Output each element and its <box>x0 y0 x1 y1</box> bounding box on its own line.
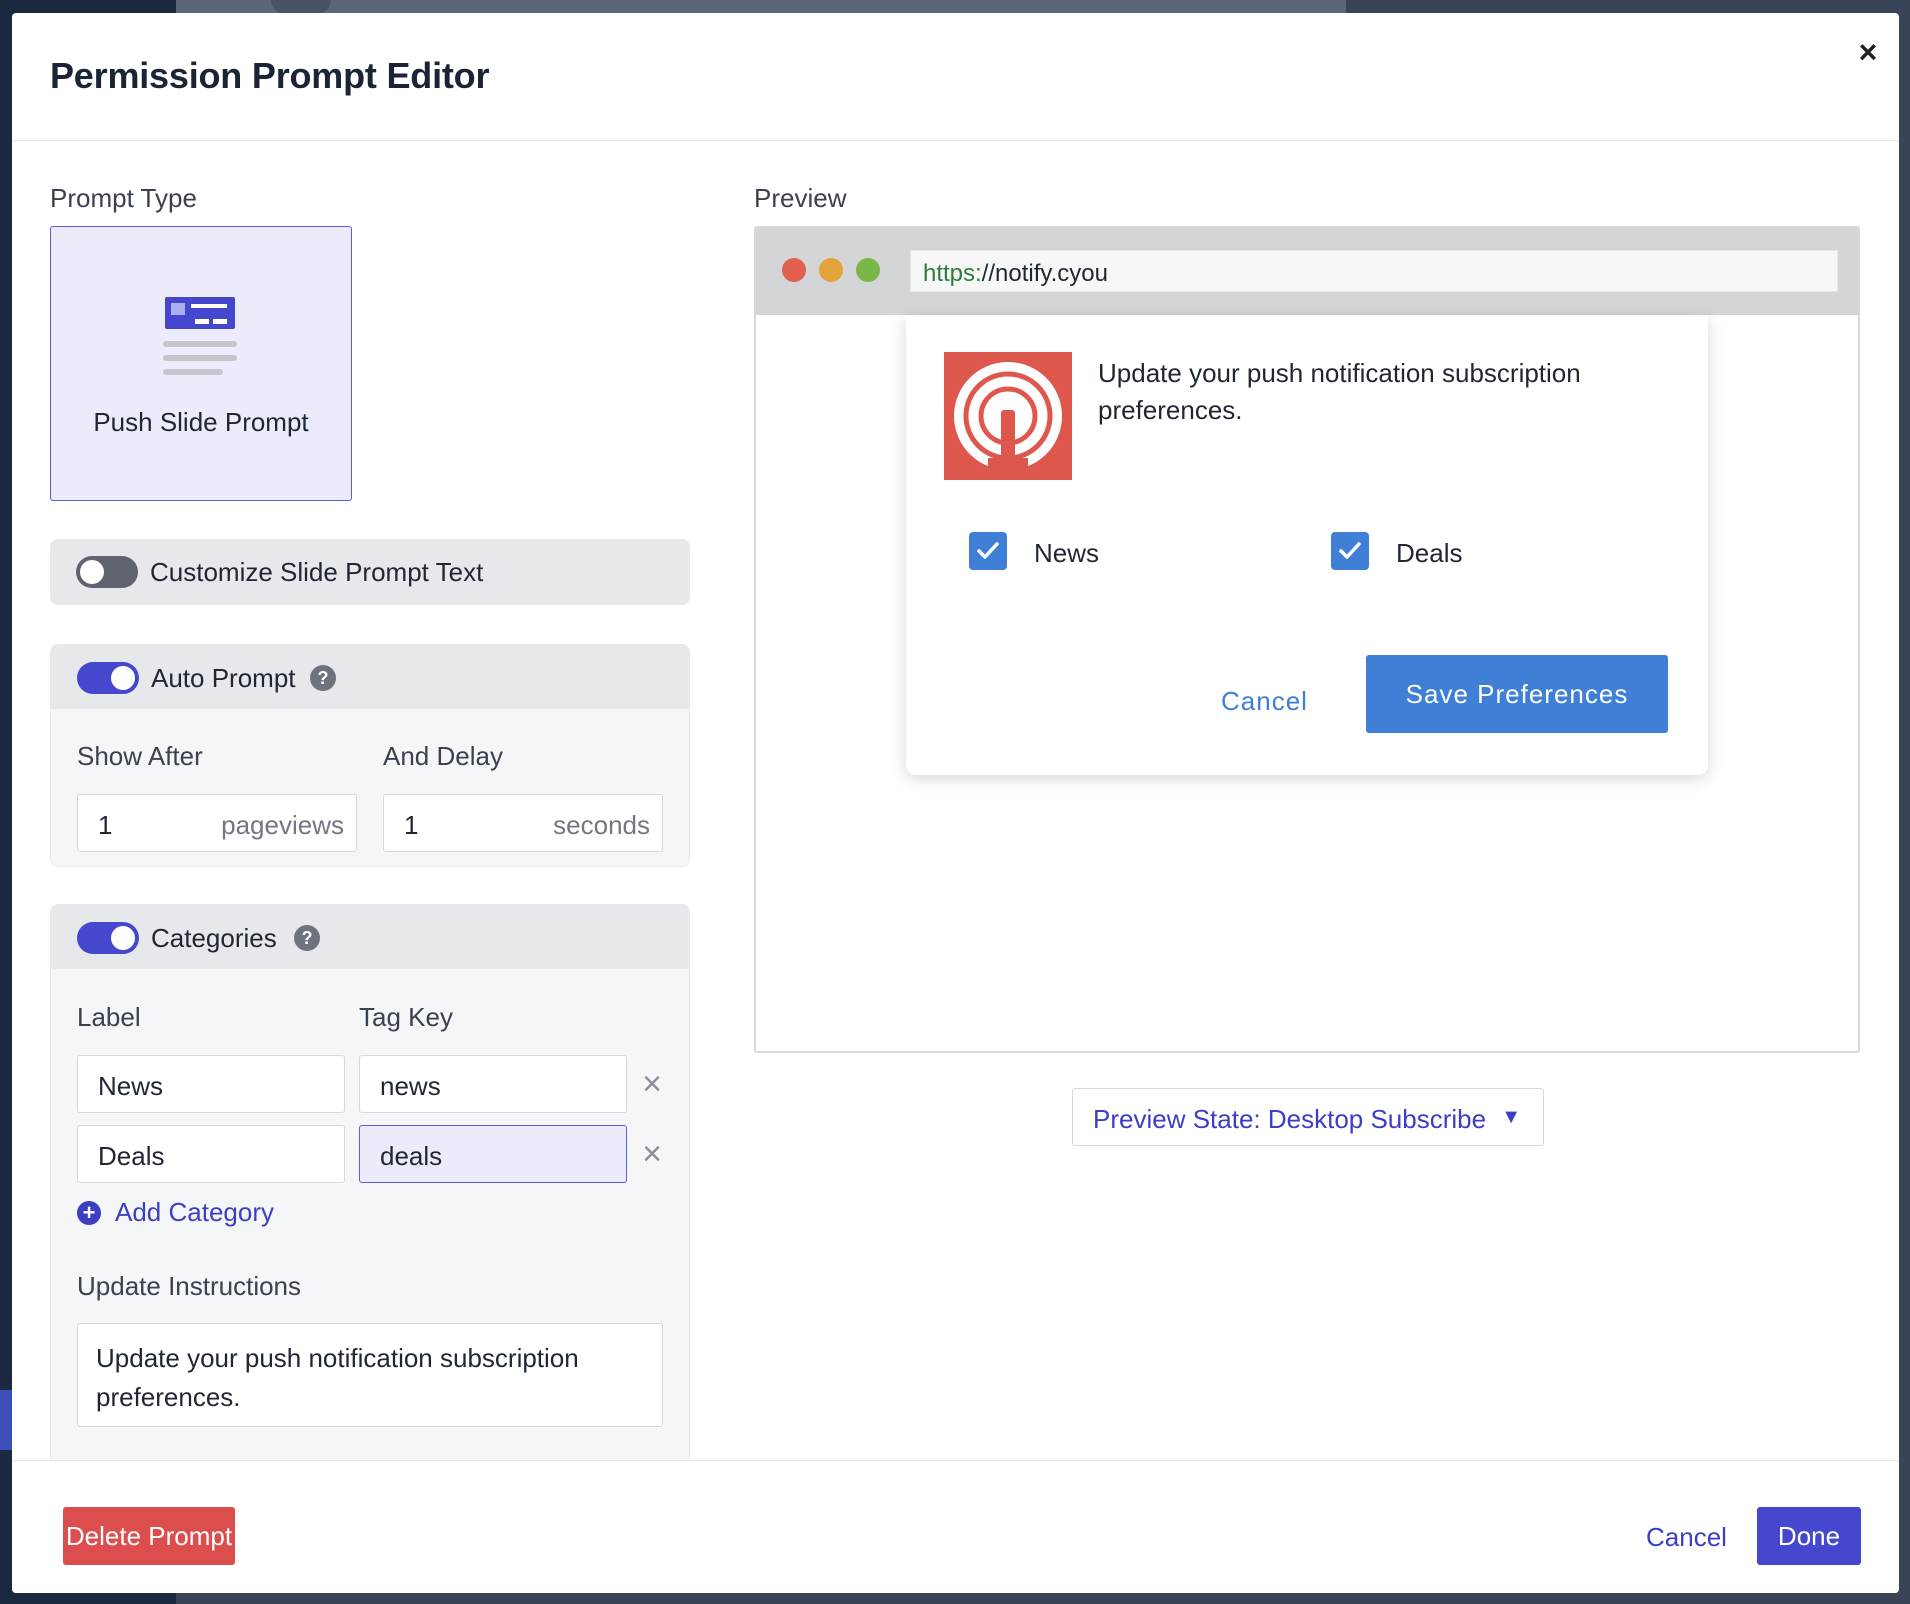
label-column-header: Label <box>77 1002 141 1032</box>
show-after-input[interactable]: 1 pageviews <box>77 794 357 852</box>
categories-header: Categories ? <box>51 905 689 969</box>
customize-text-toggle[interactable] <box>76 556 138 588</box>
remove-category-icon[interactable]: × <box>637 1067 667 1101</box>
category-tag-value: deals <box>380 1141 443 1171</box>
pageviews-unit: pageviews <box>221 810 344 840</box>
auto-prompt-header: Auto Prompt ? <box>51 645 689 709</box>
url-host: //notify.cyou <box>981 260 1108 287</box>
browser-url-bar: https://notify.cyou <box>910 250 1838 292</box>
add-category-button[interactable]: + Add Category <box>77 1197 274 1228</box>
show-after-value: 1 <box>98 810 113 840</box>
delete-prompt-button[interactable]: Delete Prompt <box>63 1507 235 1565</box>
background-header <box>176 0 1346 14</box>
preview-state-dropdown[interactable]: Preview State: Desktop Subscribe ▼ <box>1072 1088 1544 1146</box>
close-dot-icon <box>782 258 806 282</box>
tag-key-column-header: Tag Key <box>359 1002 453 1032</box>
update-instructions-textarea[interactable]: Update your push notification subscripti… <box>77 1323 663 1427</box>
permission-prompt-editor-modal: Permission Prompt Editor × Prompt Type P… <box>12 13 1899 1593</box>
maximize-dot-icon <box>856 258 880 282</box>
remove-category-icon[interactable]: × <box>637 1137 667 1171</box>
caret-down-icon: ▼ <box>1501 1106 1521 1128</box>
category-tag-value: news <box>380 1071 441 1101</box>
modal-title: Permission Prompt Editor <box>50 55 490 96</box>
category-label-value: Deals <box>98 1141 165 1171</box>
delay-input[interactable]: 1 seconds <box>383 794 663 852</box>
customize-text-panel: Customize Slide Prompt Text <box>50 539 690 605</box>
delay-label: And Delay <box>383 741 503 771</box>
browser-toolbar: https://notify.cyou <box>756 228 1858 315</box>
customize-text-label: Customize Slide Prompt Text <box>150 557 484 587</box>
category-tag-input[interactable]: deals <box>359 1125 627 1183</box>
minimize-dot-icon <box>819 258 843 282</box>
toggle-knob <box>111 666 135 690</box>
prompt-type-label: Prompt Type <box>50 183 197 213</box>
news-option-label: News <box>1034 538 1100 568</box>
check-icon <box>977 542 999 559</box>
category-label-value: News <box>98 1071 164 1101</box>
browser-preview: https://notify.cyou Update your push not… <box>754 226 1860 1053</box>
check-icon <box>1339 542 1361 559</box>
push-slide-prompt-label: Push Slide Prompt <box>93 407 309 437</box>
add-category-label: Add Category <box>115 1197 274 1227</box>
news-checkbox[interactable] <box>969 532 1007 570</box>
categories-panel: Categories ? Label Tag Key News news × D… <box>50 904 690 1484</box>
onesignal-logo-icon <box>944 352 1072 480</box>
toggle-knob <box>80 560 104 584</box>
preview-label: Preview <box>754 183 847 213</box>
toggle-knob <box>111 926 135 950</box>
push-slide-prompt-card[interactable]: Push Slide Prompt <box>50 226 352 501</box>
done-button[interactable]: Done <box>1757 1507 1861 1565</box>
slide-prompt-preview: Update your push notification subscripti… <box>906 315 1708 775</box>
seconds-unit: seconds <box>553 810 650 840</box>
modal-footer: Delete Prompt Cancel Done <box>12 1460 1899 1593</box>
category-label-input[interactable]: News <box>77 1055 345 1113</box>
category-tag-input[interactable]: news <box>359 1055 627 1113</box>
slide-prompt-icon <box>163 297 239 380</box>
background-sidebar-edge <box>0 1390 12 1450</box>
show-after-label: Show After <box>77 741 203 771</box>
category-label-input[interactable]: Deals <box>77 1125 345 1183</box>
auto-prompt-help-icon[interactable]: ? <box>310 665 336 691</box>
deals-checkbox[interactable] <box>1331 532 1369 570</box>
delay-value: 1 <box>404 810 419 840</box>
deals-option-label: Deals <box>1396 538 1463 568</box>
auto-prompt-panel: Auto Prompt ? Show After And Delay 1 pag… <box>50 644 690 867</box>
slide-message: Update your push notification subscripti… <box>1098 358 1581 425</box>
categories-help-icon[interactable]: ? <box>294 925 320 951</box>
auto-prompt-label: Auto Prompt <box>151 663 296 693</box>
url-scheme: https: <box>923 260 982 287</box>
auto-prompt-toggle[interactable] <box>77 662 139 694</box>
save-preferences-button[interactable]: Save Preferences <box>1366 655 1668 733</box>
background-toggle <box>271 0 331 14</box>
categories-label: Categories <box>151 923 277 953</box>
plus-circle-icon: + <box>77 1201 101 1225</box>
cancel-button[interactable]: Cancel <box>1646 1522 1727 1553</box>
close-icon[interactable]: × <box>1851 35 1885 69</box>
modal-header: Permission Prompt Editor × <box>12 13 1899 141</box>
categories-toggle[interactable] <box>77 922 139 954</box>
update-instructions-label: Update Instructions <box>77 1271 302 1301</box>
slide-cancel-button[interactable]: Cancel <box>1221 686 1308 717</box>
preview-state-label: Preview State: Desktop Subscribe <box>1093 1104 1487 1134</box>
